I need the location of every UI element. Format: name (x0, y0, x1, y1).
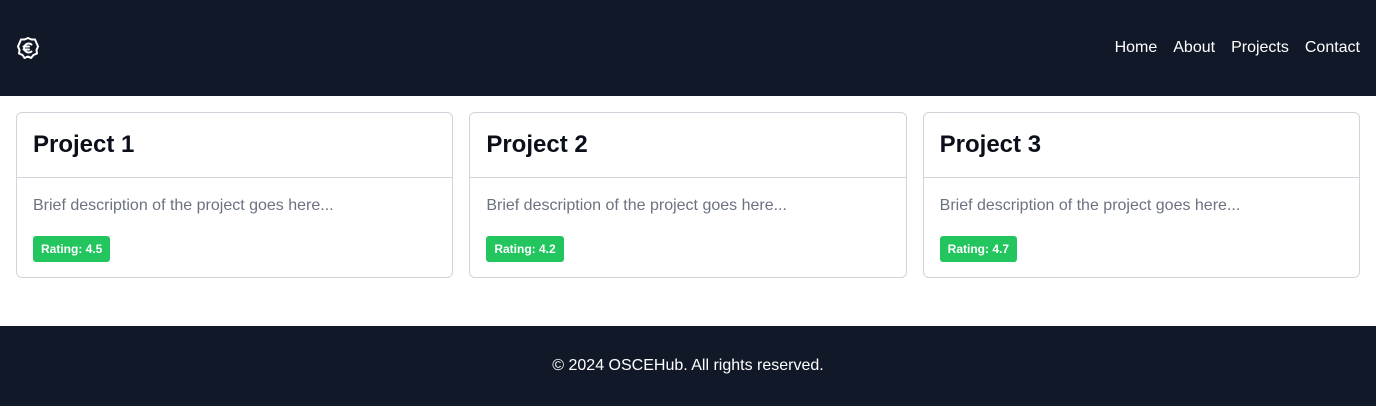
nav-link-home[interactable]: Home (1115, 39, 1158, 57)
project-description: Brief description of the project goes he… (486, 197, 787, 214)
project-title: Project 2 (486, 131, 588, 158)
project-card: Project 2 Brief description of the proje… (469, 112, 907, 278)
project-card: Project 3 Brief description of the proje… (922, 112, 1360, 278)
card-header: Project 3 (923, 113, 1359, 178)
rating-badge: Rating: 4.7 (939, 236, 1017, 262)
card-body: Brief description of the project goes he… (924, 178, 1359, 262)
nav-link-projects[interactable]: Projects (1231, 39, 1289, 57)
card-body: Brief description of the project goes he… (470, 178, 905, 262)
project-description: Brief description of the project goes he… (939, 197, 1241, 214)
main-nav: Home About Projects Contact (1099, 39, 1360, 57)
project-description: Brief description of the project goes he… (33, 197, 334, 214)
rating-badge: Rating: 4.5 (33, 236, 111, 262)
project-card: Project 1 Brief description of the proje… (16, 112, 454, 278)
rating-badge: Rating: 4.2 (486, 236, 564, 262)
card-header: Project 1 (17, 113, 453, 178)
card-body: Brief description of the project goes he… (17, 178, 452, 262)
site-footer: © 2024 OSCEHub. All rights reserved. (0, 326, 1376, 406)
site-header: Home About Projects Contact (0, 0, 1376, 96)
project-title: Project 1 (33, 131, 135, 158)
project-title: Project 3 (939, 131, 1042, 158)
nav-link-contact[interactable]: Contact (1305, 39, 1360, 57)
projects-grid: Project 1 Brief description of the proje… (0, 96, 1376, 326)
card-header: Project 2 (470, 113, 906, 178)
copyright-text: © 2024 OSCEHub. All rights reserved. (552, 357, 824, 374)
euro-circle-icon[interactable] (16, 36, 40, 60)
nav-link-about[interactable]: About (1173, 39, 1215, 57)
